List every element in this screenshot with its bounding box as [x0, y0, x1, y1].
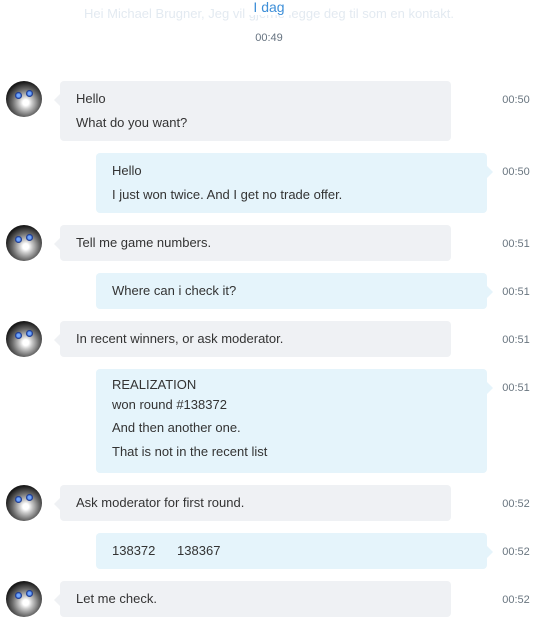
- avatar[interactable]: [6, 81, 42, 117]
- message-bubble-incoming[interactable]: Ask moderator for first round.: [54, 485, 451, 521]
- message-text: Hello: [112, 163, 142, 178]
- message-bubble-incoming[interactable]: Tell me game numbers.: [54, 225, 451, 261]
- message-text: I just won twice. And I get no trade off…: [112, 187, 343, 202]
- avatar[interactable]: [6, 581, 42, 617]
- message-text: What do you want?: [76, 115, 188, 130]
- avatar[interactable]: [6, 225, 42, 261]
- message-timestamp: 00:51: [502, 382, 530, 394]
- day-separator: I dag: [0, 0, 538, 15]
- message-timestamp: 00:50: [502, 94, 530, 106]
- message-bubble-outgoing[interactable]: Where can i check it?: [96, 273, 493, 309]
- message-text: REALIZATION: [112, 377, 197, 392]
- day-label: I dag: [247, 0, 291, 15]
- message-timestamp: 00:52: [502, 594, 530, 606]
- message-bubble-outgoing[interactable]: 138372 138367: [96, 533, 493, 569]
- message-timestamp: 00:51: [502, 334, 530, 346]
- avatar[interactable]: [6, 321, 42, 357]
- message-text: That is not in the recent list: [112, 444, 268, 459]
- message-bubble-incoming[interactable]: In recent winners, or ask moderator.: [54, 321, 451, 357]
- message-timestamp: 00:52: [502, 498, 530, 510]
- message-text: Hello: [76, 91, 106, 106]
- avatar[interactable]: [6, 485, 42, 521]
- message-text: won round #138372: [112, 397, 227, 412]
- message-timestamp: 00:52: [502, 546, 530, 558]
- message-timestamp: 00:51: [502, 238, 530, 250]
- message-bubble-outgoing[interactable]: REALIZATION won round #138372 And then a…: [96, 369, 493, 473]
- message-text: Where can i check it?: [112, 283, 237, 298]
- message-timestamp: 00:50: [502, 166, 530, 178]
- message-text: Let me check.: [76, 591, 157, 606]
- message-text: Tell me game numbers.: [76, 235, 212, 250]
- day-timestamp: 00:49: [255, 32, 283, 44]
- chat-header: Hei Michael Brugner, Jeg vil gjerne legg…: [0, 0, 538, 56]
- message-text: 138372 138367: [112, 543, 221, 558]
- message-text: Ask moderator for first round.: [76, 495, 245, 510]
- message-timestamp: 00:51: [502, 286, 530, 298]
- message-text: In recent winners, or ask moderator.: [76, 331, 284, 346]
- message-bubble-incoming[interactable]: Hello What do you want?: [54, 81, 451, 141]
- message-bubble-incoming[interactable]: Let me check.: [54, 581, 451, 617]
- message-bubble-outgoing[interactable]: Hello I just won twice. And I get no tra…: [96, 153, 493, 213]
- message-text: And then another one.: [112, 420, 241, 435]
